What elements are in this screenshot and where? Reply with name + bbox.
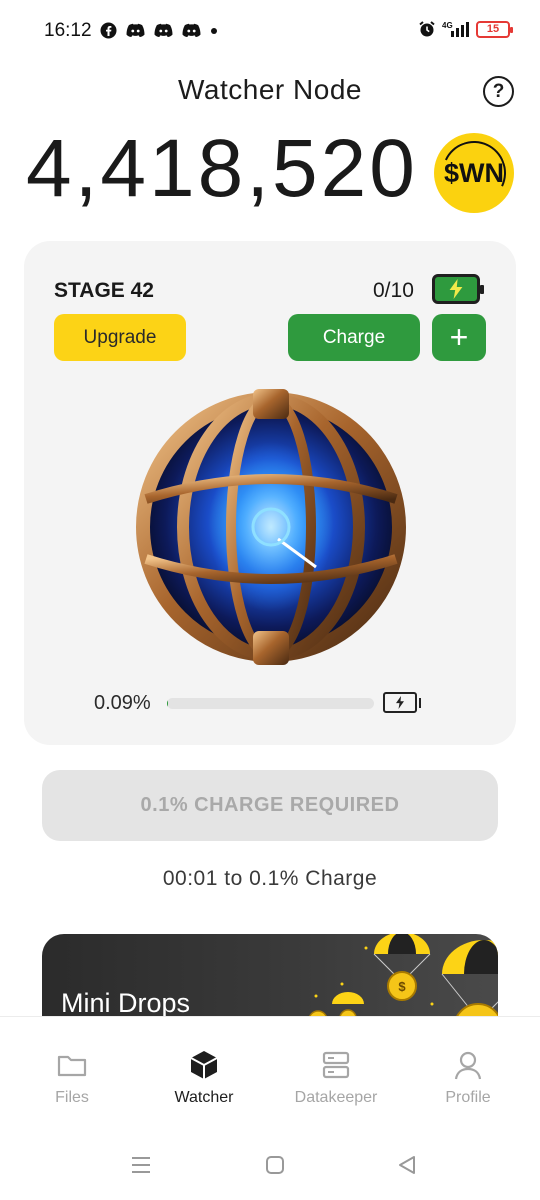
signal-icon: 4G — [442, 21, 469, 37]
dot-icon — [211, 27, 217, 34]
menu-icon[interactable] — [130, 1154, 152, 1176]
help-button[interactable]: ? — [483, 76, 514, 107]
token-balance: 4,418,520 — [26, 123, 418, 214]
notification-icons — [100, 22, 218, 39]
folder-icon — [57, 1055, 87, 1077]
nav-label-profile: Profile — [445, 1089, 491, 1106]
battery-small-icon — [383, 692, 421, 713]
token-logo: $WN — [434, 133, 514, 213]
charge-timer: 00:01 to 0.1% Charge — [162, 867, 378, 890]
server-icon — [322, 1051, 350, 1079]
node-card: STAGE 42 0/10 Upgrade Charge + 0.09% — [24, 241, 516, 745]
upgrade-button[interactable]: Upgrade — [54, 314, 186, 361]
alarm-icon — [419, 21, 435, 37]
charges-count: 0/10 — [373, 279, 414, 302]
home-icon[interactable] — [264, 1154, 286, 1176]
nav-label-datakeeper: Datakeeper — [294, 1089, 378, 1106]
charge-progress-bar — [167, 698, 374, 709]
battery-level: 15 — [486, 23, 500, 35]
charge-required-button[interactable]: 0.1% CHARGE REQUIRED — [42, 770, 498, 841]
help-icon: ? — [492, 80, 505, 102]
battery-charged-icon — [432, 274, 484, 304]
system-nav-bar — [0, 1154, 540, 1178]
svg-text:$: $ — [398, 979, 406, 994]
discord-icon — [154, 23, 173, 37]
battery-indicator: 15 — [476, 20, 513, 38]
nav-label-files: Files — [55, 1089, 89, 1106]
svg-text:4G: 4G — [442, 21, 453, 30]
user-icon — [454, 1051, 482, 1080]
nav-item-profile[interactable]: Profile — [413, 1049, 523, 1107]
token-symbol: $WN — [444, 157, 504, 188]
add-charge-button[interactable]: + — [432, 314, 486, 361]
mini-drops-title: Mini Drops — [61, 988, 191, 1018]
back-icon[interactable] — [396, 1154, 418, 1176]
nav-label-watcher: Watcher — [174, 1089, 234, 1106]
nav-item-datakeeper[interactable]: Datakeeper — [281, 1049, 391, 1107]
charge-button[interactable]: Charge — [288, 314, 420, 361]
facebook-icon — [100, 22, 117, 39]
bolt-small-icon — [396, 696, 404, 709]
status-bar: 16:12 4G 15 — [0, 0, 540, 62]
status-time: 16:12 — [44, 20, 92, 41]
discord-icon — [182, 23, 201, 37]
cube-icon — [190, 1051, 218, 1079]
progress-percent: 0.09% — [94, 692, 151, 714]
watcher-node-orb[interactable] — [128, 379, 414, 671]
stage-label: STAGE 42 — [54, 279, 154, 302]
bolt-icon — [449, 279, 463, 299]
page-title: Watcher Node — [178, 74, 362, 105]
nav-item-watcher[interactable]: Watcher — [149, 1049, 259, 1107]
system-icons: 4G 15 — [418, 20, 513, 38]
discord-icon — [126, 23, 145, 37]
nav-item-files[interactable]: Files — [17, 1049, 127, 1107]
